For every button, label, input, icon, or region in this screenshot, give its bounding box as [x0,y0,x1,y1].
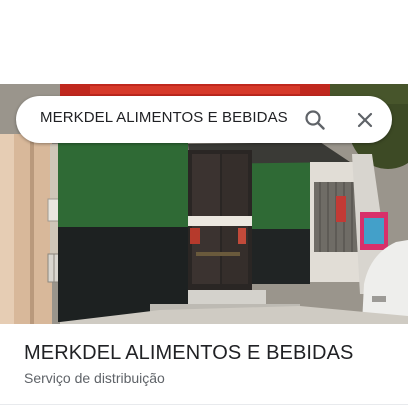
search-bar[interactable]: MERKDEL ALIMENTOS E BEBIDAS [16,96,392,143]
search-button[interactable] [300,105,330,135]
search-input[interactable]: MERKDEL ALIMENTOS E BEBIDAS [40,109,288,126]
place-title: MERKDEL ALIMENTOS E BEBIDAS [24,342,354,364]
clear-search-button[interactable] [350,105,380,135]
top-blank-area [0,0,408,84]
search-icon [305,110,325,130]
place-info-panel[interactable]: MERKDEL ALIMENTOS E BEBIDAS Serviço de d… [0,324,408,408]
close-icon [357,112,373,128]
place-category: Serviço de distribuição [24,370,165,386]
divider [0,404,408,405]
